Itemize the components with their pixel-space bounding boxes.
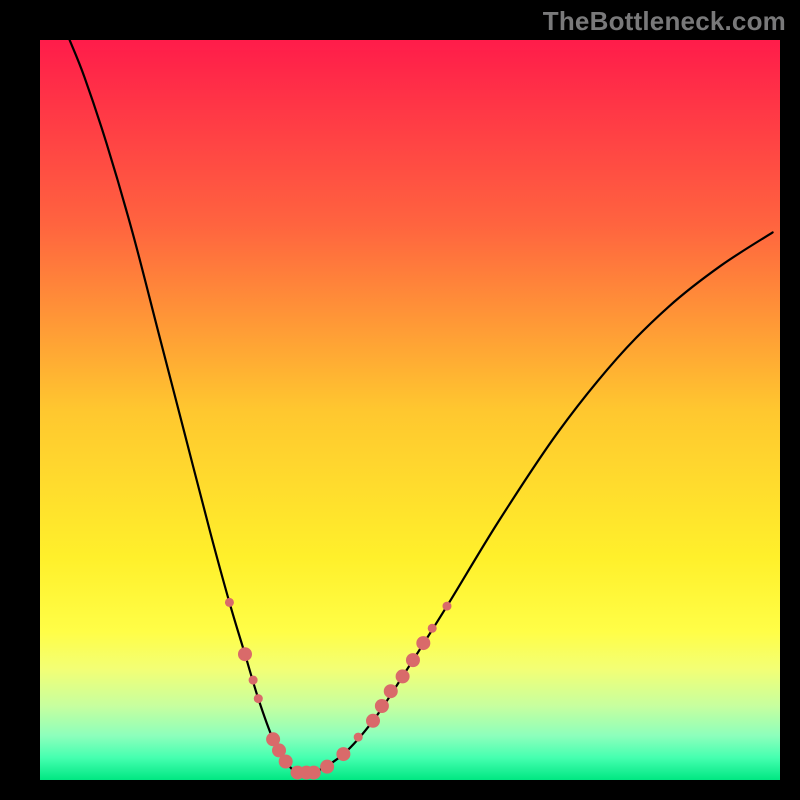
marker-dot (254, 694, 263, 703)
marker-dot (375, 699, 389, 713)
marker-dot (416, 636, 430, 650)
chart-svg (40, 40, 780, 780)
marker-dot (225, 598, 234, 607)
marker-dot (428, 624, 437, 633)
watermark-text: TheBottleneck.com (543, 6, 786, 37)
marker-dot (307, 766, 321, 780)
chart-frame: TheBottleneck.com (0, 0, 800, 800)
marker-dot (279, 755, 293, 769)
marker-dot (443, 602, 452, 611)
marker-dot (366, 714, 380, 728)
marker-dot (336, 747, 350, 761)
marker-dot (238, 647, 252, 661)
marker-dot (396, 669, 410, 683)
marker-dot (406, 653, 420, 667)
marker-dot (249, 676, 258, 685)
marker-dot (384, 684, 398, 698)
marker-dot (354, 733, 363, 742)
marker-dot (320, 760, 334, 774)
gradient-background (40, 40, 780, 780)
plot-area (40, 40, 780, 780)
